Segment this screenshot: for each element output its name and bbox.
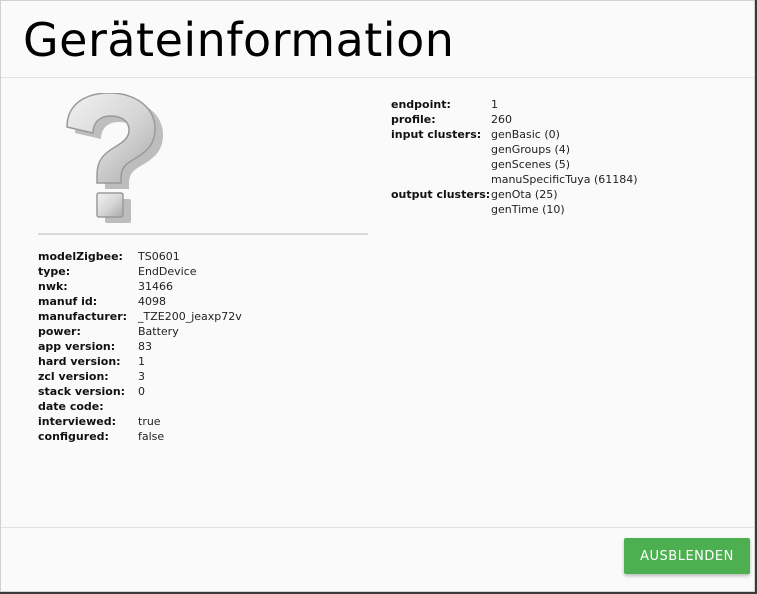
endpoint-info-table: endpoint: 1 profile: 260 input clusters:… [391,97,638,217]
device-info-row: zcl version: 3 [38,369,242,384]
device-info-table: modelZigbee: TS0601 type: EndDevice nwk: 3146… [38,249,242,444]
device-info-row: modelZigbee: TS0601 [38,249,242,264]
input-clusters-key: input clusters: [391,128,482,141]
device-info-key: manufacturer: [38,310,128,323]
device-info-value: 4098 [138,295,166,308]
dialog-title: Geräteinformation [23,13,455,67]
input-clusters-row: input clusters: genBasic (0) genGroups (… [391,127,638,187]
device-info-row: manuf id: 4098 [38,294,242,309]
output-clusters-list: genOta (25) genTime (10) [491,187,638,217]
device-info-value [138,399,242,414]
input-clusters-list: genBasic (0) genGroups (4) genScenes (5)… [491,127,638,187]
device-info-key: nwk: [38,280,68,293]
device-info-key: zcl version: [38,370,109,383]
device-info-value: 3 [138,370,145,383]
device-info-value: Battery [138,325,179,338]
question-mark-icon [66,93,163,223]
device-info-dialog: Geräteinformation modelZigbee: TS0601 type… [0,0,755,592]
output-clusters-key: output clusters: [391,188,491,201]
endpoint-row: endpoint: 1 [391,97,638,112]
device-info-key: manuf id: [38,295,98,308]
output-cluster-item: genOta (25) [491,188,558,201]
device-info-key: date code: [38,400,104,413]
device-info-row: app version: 83 [38,339,242,354]
input-cluster-item: manuSpecificTuya (61184) [491,173,638,186]
device-info-key: configured: [38,430,109,443]
device-info-value: 0 [138,385,145,398]
device-info-value: _TZE200_jeaxp72v [138,310,242,323]
output-clusters-row: output clusters: genOta (25) genTime (10… [391,187,638,217]
device-info-row: power: Battery [38,324,242,339]
device-info-row: hard version: 1 [38,354,242,369]
device-info-row: date code: [38,399,242,414]
device-info-value: 1 [138,355,145,368]
output-cluster-item: genTime (10) [491,203,565,216]
endpoint-key: endpoint: [391,98,451,111]
device-info-value: true [138,415,161,428]
device-info-value: EndDevice [138,265,197,278]
device-info-key: modelZigbee: [38,250,123,263]
header-divider [1,77,754,78]
device-info-row: stack version: 0 [38,384,242,399]
device-info-key: power: [38,325,81,338]
input-cluster-item: genScenes (5) [491,158,571,171]
image-divider [38,233,368,235]
device-info-key: hard version: [38,355,121,368]
device-info-row: configured: false [38,429,242,444]
device-info-key: stack version: [38,385,126,398]
input-cluster-item: genBasic (0) [491,128,560,141]
footer-divider [1,527,754,528]
device-info-value: false [138,430,165,443]
device-info-value: 83 [138,340,152,353]
device-info-row: manufacturer: _TZE200_jeaxp72v [38,309,242,324]
device-info-key: type: [38,265,71,278]
profile-key: profile: [391,113,436,126]
profile-value: 260 [491,113,512,126]
input-cluster-item: genGroups (4) [491,143,571,156]
endpoint-value: 1 [491,98,498,111]
device-info-row: interviewed: true [38,414,242,429]
device-info-row: nwk: 31466 [38,279,242,294]
hide-button[interactable]: AUSBLENDEN [624,538,750,574]
device-info-key: interviewed: [38,415,117,428]
device-info-row: type: EndDevice [38,264,242,279]
device-info-value: 31466 [138,280,173,293]
device-info-value: TS0601 [138,250,180,263]
profile-row: profile: 260 [391,112,638,127]
device-info-key: app version: [38,340,116,353]
